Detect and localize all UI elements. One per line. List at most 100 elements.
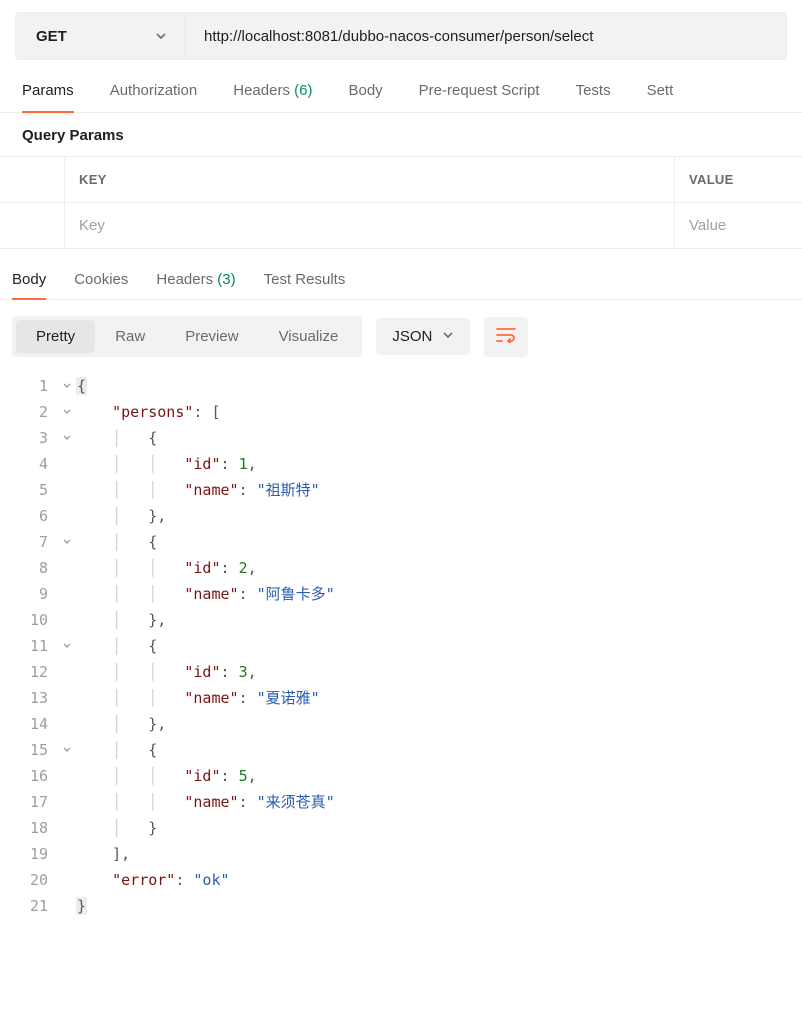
chevron-down-icon [155, 30, 167, 42]
response-toolbar: Pretty Raw Preview Visualize JSON [0, 300, 802, 373]
fold-toggle-icon [58, 555, 76, 581]
request-bar: GET http://localhost:8081/dubbo-nacos-co… [15, 12, 787, 60]
fold-toggle-icon[interactable] [58, 633, 76, 659]
fold-toggle-icon [58, 711, 76, 737]
code-line: 4 │ │ "id": 1, [12, 451, 790, 477]
line-number: 14 [12, 711, 58, 737]
response-tabs: Body Cookies Headers (3) Test Results [0, 249, 802, 300]
code-content: "error": "ok" [76, 867, 230, 893]
tab-body[interactable]: Body [348, 82, 382, 112]
line-number: 15 [12, 737, 58, 763]
tab-settings[interactable]: Sett [647, 82, 674, 112]
code-line: 21} [12, 893, 790, 919]
line-number: 20 [12, 867, 58, 893]
fold-toggle-icon[interactable] [58, 373, 76, 399]
column-header-key: KEY [65, 157, 675, 202]
fold-toggle-icon [58, 893, 76, 919]
code-line: 10 │ }, [12, 607, 790, 633]
code-content: │ }, [76, 607, 166, 633]
fold-toggle-icon [58, 451, 76, 477]
code-content: │ │ "name": "夏诺雅" [76, 685, 320, 711]
headers-count: (6) [294, 82, 312, 99]
http-method-label: GET [36, 28, 67, 45]
table-header-leading [0, 157, 65, 202]
view-raw-button[interactable]: Raw [95, 320, 165, 353]
tab-headers[interactable]: Headers (6) [233, 82, 312, 112]
code-content: │ │ "id": 1, [76, 451, 257, 477]
code-line: 3 │ { [12, 425, 790, 451]
query-params-table: KEY VALUE Key Value [0, 156, 802, 249]
tab-authorization[interactable]: Authorization [110, 82, 198, 112]
code-line: 8 │ │ "id": 2, [12, 555, 790, 581]
table-row: Key Value [0, 203, 802, 249]
code-line: 9 │ │ "name": "阿鲁卡多" [12, 581, 790, 607]
tab-tests[interactable]: Tests [576, 82, 611, 112]
code-line: 14 │ }, [12, 711, 790, 737]
code-line: 5 │ │ "name": "祖斯特" [12, 477, 790, 503]
code-line: 1{ [12, 373, 790, 399]
fold-toggle-icon [58, 685, 76, 711]
code-line: 2 "persons": [ [12, 399, 790, 425]
line-number: 5 [12, 477, 58, 503]
code-content: │ { [76, 633, 157, 659]
row-leading [0, 203, 65, 248]
line-number: 10 [12, 607, 58, 633]
line-number: 17 [12, 789, 58, 815]
code-line: 7 │ { [12, 529, 790, 555]
fold-toggle-icon [58, 477, 76, 503]
resp-tab-cookies[interactable]: Cookies [74, 271, 128, 299]
code-content: │ } [76, 815, 157, 841]
fold-toggle-icon [58, 789, 76, 815]
fold-toggle-icon [58, 607, 76, 633]
response-code-area[interactable]: 1{2 "persons": [3 │ {4 │ │ "id": 1,5 │ │… [0, 373, 802, 939]
line-number: 11 [12, 633, 58, 659]
code-line: 11 │ { [12, 633, 790, 659]
value-input[interactable]: Value [675, 203, 802, 248]
query-params-heading: Query Params [0, 113, 802, 156]
request-tabs: Params Authorization Headers (6) Body Pr… [0, 60, 802, 113]
code-content: │ │ "name": "阿鲁卡多" [76, 581, 335, 607]
fold-toggle-icon [58, 659, 76, 685]
content-type-select[interactable]: JSON [376, 318, 470, 355]
resp-tab-testresults[interactable]: Test Results [264, 271, 346, 299]
chevron-down-icon [442, 328, 454, 345]
line-number: 13 [12, 685, 58, 711]
line-number: 16 [12, 763, 58, 789]
code-content: │ │ "id": 5, [76, 763, 257, 789]
code-content: "persons": [ [76, 399, 221, 425]
fold-toggle-icon[interactable] [58, 529, 76, 555]
key-input[interactable]: Key [65, 203, 675, 248]
view-pretty-button[interactable]: Pretty [16, 320, 95, 353]
line-number: 1 [12, 373, 58, 399]
code-content: ], [76, 841, 130, 867]
line-number: 9 [12, 581, 58, 607]
code-content: │ { [76, 737, 157, 763]
fold-toggle-icon [58, 581, 76, 607]
http-method-select[interactable]: GET [16, 13, 186, 59]
fold-toggle-icon[interactable] [58, 399, 76, 425]
view-visualize-button[interactable]: Visualize [259, 320, 359, 353]
code-content: { [76, 373, 87, 399]
line-number: 6 [12, 503, 58, 529]
line-number: 2 [12, 399, 58, 425]
view-preview-button[interactable]: Preview [165, 320, 258, 353]
fold-toggle-icon[interactable] [58, 737, 76, 763]
tab-params[interactable]: Params [22, 82, 74, 113]
line-number: 18 [12, 815, 58, 841]
resp-tab-body[interactable]: Body [12, 271, 46, 300]
table-header-row: KEY VALUE [0, 157, 802, 203]
fold-toggle-icon[interactable] [58, 425, 76, 451]
fold-toggle-icon [58, 503, 76, 529]
line-number: 7 [12, 529, 58, 555]
fold-toggle-icon [58, 763, 76, 789]
code-line: 17 │ │ "name": "来须苍真" [12, 789, 790, 815]
url-input[interactable]: http://localhost:8081/dubbo-nacos-consum… [186, 13, 786, 59]
tab-prerequest[interactable]: Pre-request Script [419, 82, 540, 112]
resp-tab-headers[interactable]: Headers (3) [156, 271, 235, 299]
wrap-lines-button[interactable] [484, 317, 528, 357]
code-line: 19 ], [12, 841, 790, 867]
code-line: 18 │ } [12, 815, 790, 841]
code-content: │ │ "id": 2, [76, 555, 257, 581]
code-content: } [76, 893, 87, 919]
code-content: │ }, [76, 711, 166, 737]
